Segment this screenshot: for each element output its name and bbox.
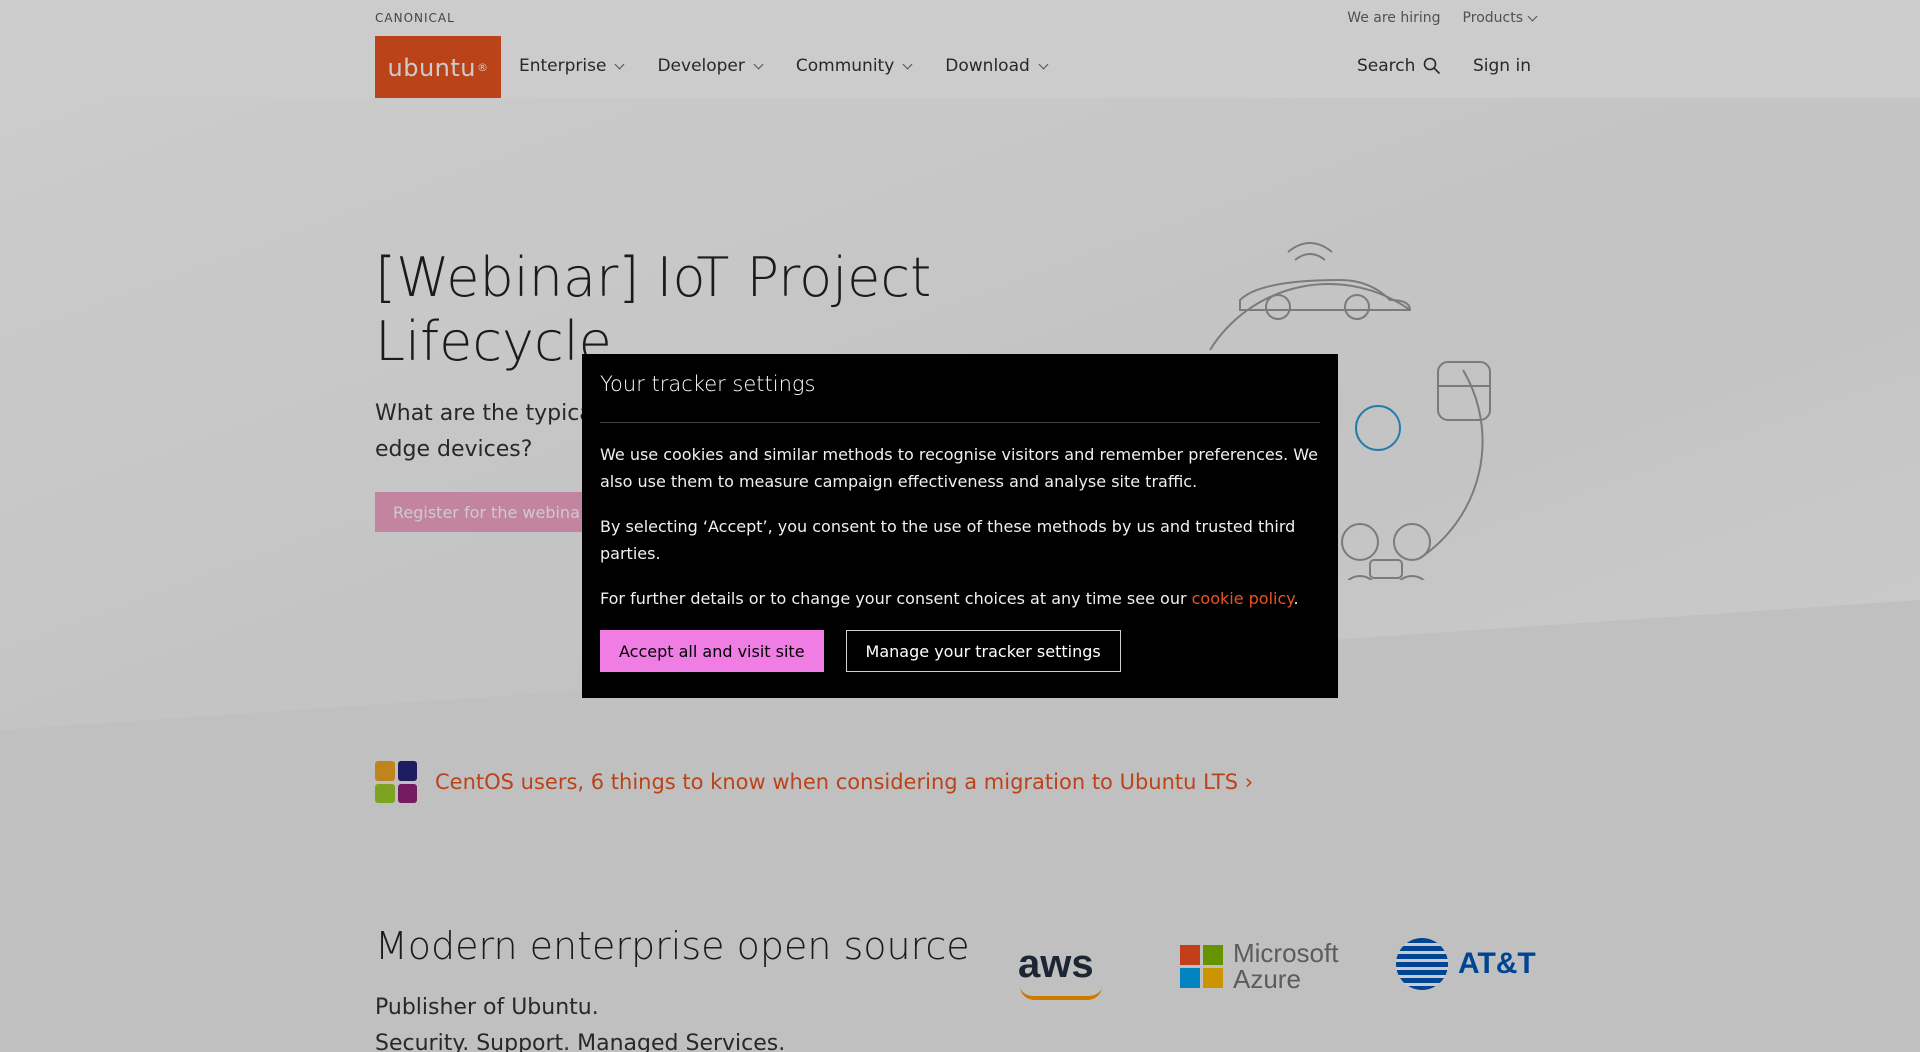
manage-tracker-settings-button[interactable]: Manage your tracker settings (845, 630, 1121, 672)
dialog-paragraph-3: For further details or to change your co… (600, 585, 1320, 612)
dialog-divider (600, 422, 1320, 423)
dialog-title: Your tracker settings (600, 372, 816, 396)
cookie-policy-link[interactable]: cookie policy (1192, 589, 1294, 608)
dialog-paragraph-1: We use cookies and similar methods to re… (600, 445, 1318, 491)
dialog-paragraph-2: By selecting ‘Accept’, you consent to th… (600, 517, 1296, 563)
tracker-settings-dialog: Your tracker settings We use cookies and… (582, 354, 1338, 698)
dialog-paragraph-3-suffix: . (1293, 589, 1299, 608)
dialog-paragraph-3-text: For further details or to change your co… (600, 589, 1192, 608)
dialog-actions: Accept all and visit site Manage your tr… (600, 630, 1320, 672)
accept-all-button[interactable]: Accept all and visit site (600, 630, 824, 672)
